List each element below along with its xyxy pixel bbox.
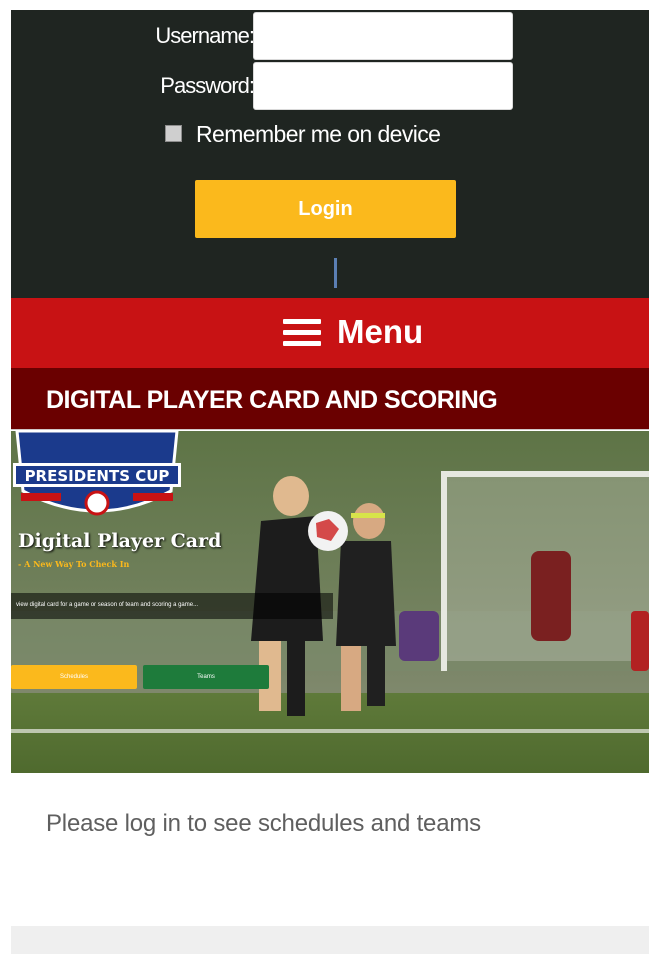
hero-caption-box: view digital card for a game or season o… xyxy=(11,593,333,619)
username-row: Username: xyxy=(11,12,649,60)
hero-banner: PRESIDENTS CUP Digital Player Card - A N… xyxy=(11,431,649,773)
password-input[interactable] xyxy=(253,62,513,110)
login-button[interactable]: Login xyxy=(195,180,456,238)
login-panel: Username: Password: Remember me on devic… xyxy=(11,10,649,298)
menu-label: Menu xyxy=(337,313,424,350)
password-row: Password: xyxy=(11,62,649,110)
section-header: DIGITAL PLAYER CARD AND SCORING xyxy=(11,368,649,430)
footer-bar xyxy=(11,926,649,954)
username-label: Username: xyxy=(155,23,255,48)
username-input[interactable] xyxy=(253,12,513,60)
password-label: Password: xyxy=(160,73,255,98)
schedules-button[interactable]: Schedules xyxy=(11,665,137,689)
remember-label: Remember me on device xyxy=(196,121,441,147)
hamburger-icon xyxy=(283,317,321,347)
section-title: DIGITAL PLAYER CARD AND SCORING xyxy=(46,386,498,414)
remember-checkbox[interactable] xyxy=(165,125,182,142)
menu-bar[interactable]: Menu xyxy=(11,298,649,368)
login-prompt: Please log in to see schedules and teams xyxy=(46,810,481,837)
hero-subtitle: - A New Way To Check In xyxy=(18,559,130,569)
presidents-cup-logo: PRESIDENTS CUP xyxy=(13,431,181,516)
hero-caption: view digital card for a game or season o… xyxy=(16,602,199,608)
badge-text: PRESIDENTS CUP xyxy=(25,467,170,485)
teams-button[interactable]: Teams xyxy=(143,665,269,689)
hero-title: Digital Player Card xyxy=(18,530,222,552)
text-cursor xyxy=(334,258,337,288)
